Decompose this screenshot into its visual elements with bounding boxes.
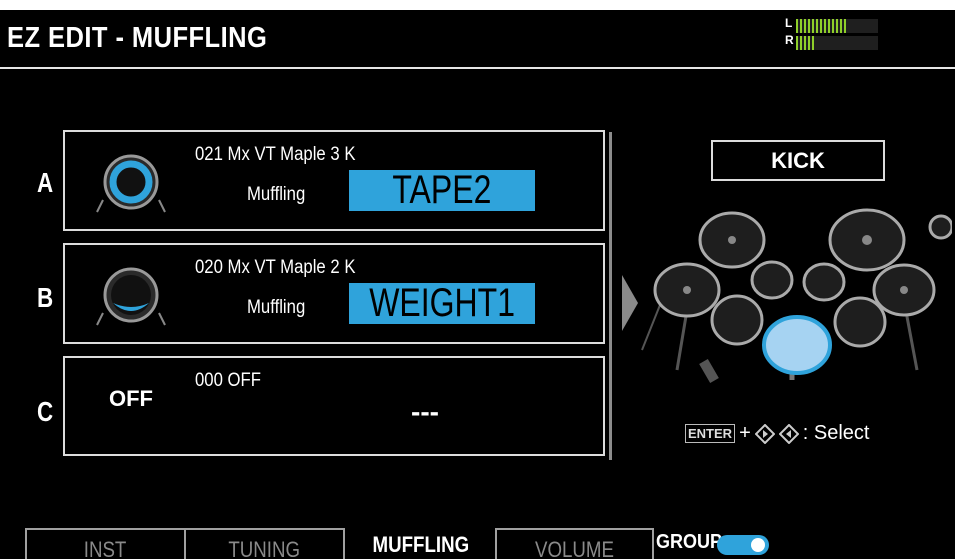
row-a-instrument: 021 Mx VT Maple 3 K <box>195 144 356 165</box>
drum-head-weight-icon <box>96 267 166 326</box>
selected-pad-name: KICK <box>711 140 885 181</box>
row-b-param-label: Muffling <box>247 297 306 318</box>
row-a-value-text: TAPE2 <box>392 170 492 211</box>
meter-left-fill <box>796 19 849 33</box>
dpad-right-icon <box>754 423 775 444</box>
row-c-muffling-value[interactable]: --- <box>411 396 439 428</box>
hint-plus: + <box>739 422 751 444</box>
row-c-instrument: 000 OFF <box>195 370 261 391</box>
row-b-instrument: 020 Mx VT Maple 2 K <box>195 257 356 278</box>
drum-kit-icon[interactable] <box>632 200 952 390</box>
tab-volume[interactable]: VOLUME <box>495 528 654 559</box>
meter-left-label: L <box>785 16 793 30</box>
meter-right: R <box>785 33 880 50</box>
dpad-left-icon <box>778 423 799 444</box>
meter-right-label: R <box>785 33 794 47</box>
meter-right-fill <box>796 36 815 50</box>
row-a-muffling-value[interactable]: TAPE2 <box>349 170 535 211</box>
group-label: GROUP <box>656 531 723 553</box>
drum-head-tape-icon <box>96 154 166 213</box>
hint-select-text: : Select <box>802 422 870 444</box>
row-b-letter: B <box>37 282 54 313</box>
row-a-param-label: Muffling <box>247 184 306 205</box>
pad-row-b[interactable]: 020 Mx VT Maple 2 K Muffling WEIGHT1 <box>63 243 605 344</box>
tab-inst[interactable]: INST <box>25 528 186 559</box>
pad-row-a[interactable]: 021 Mx VT Maple 3 K Muffling TAPE2 <box>63 130 605 231</box>
toggle-knob <box>751 538 765 552</box>
tab-muffling[interactable]: MUFFLING <box>343 528 499 559</box>
title-divider <box>0 67 955 69</box>
tab-tuning[interactable]: TUNING <box>184 528 345 559</box>
group-toggle[interactable] <box>717 535 769 555</box>
row-c-letter: C <box>37 396 54 427</box>
enter-key-icon: ENTER <box>685 424 736 443</box>
row-b-muffling-value[interactable]: WEIGHT1 <box>349 283 535 324</box>
row-c-status: OFF <box>109 386 153 411</box>
select-hint: ENTER + : Select <box>685 422 869 445</box>
meter-left: L <box>785 16 880 33</box>
panel-divider <box>609 132 612 460</box>
screen: EZ EDIT - MUFFLING L R A 021 Mx VT Maple… <box>0 10 955 559</box>
row-a-letter: A <box>37 167 54 198</box>
pad-row-c[interactable]: OFF 000 OFF --- <box>63 356 605 456</box>
row-b-value-text: WEIGHT1 <box>369 283 515 324</box>
page-title: EZ EDIT - MUFFLING <box>7 22 268 54</box>
